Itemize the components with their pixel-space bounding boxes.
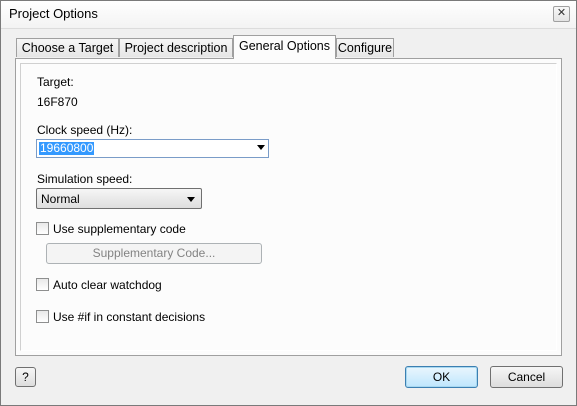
chevron-down-icon[interactable] — [257, 145, 265, 150]
simulation-speed-label: Simulation speed: — [37, 172, 133, 186]
close-button[interactable]: ✕ — [553, 6, 570, 22]
close-icon: ✕ — [556, 7, 567, 19]
chevron-down-icon — [187, 197, 195, 202]
use-supplementary-code-checkbox[interactable] — [36, 222, 49, 235]
help-button[interactable]: ? — [15, 367, 36, 387]
target-value: 16F870 — [37, 95, 78, 109]
general-options-panel: Target: 16F870 Clock speed (Hz): 1966080… — [15, 58, 562, 356]
project-options-dialog: Project Options ✕ Choose a Target Projec… — [0, 0, 577, 406]
clock-speed-value[interactable]: 19660800 — [39, 142, 95, 155]
use-supplementary-code-label: Use supplementary code — [53, 222, 186, 236]
auto-clear-watchdog-checkbox[interactable] — [36, 278, 49, 291]
target-label: Target: — [37, 75, 74, 89]
clock-speed-combobox[interactable]: 19660800 — [36, 139, 269, 158]
tab-choose-a-target[interactable]: Choose a Target — [16, 38, 119, 57]
simulation-speed-value: Normal — [41, 192, 80, 206]
supplementary-code-button: Supplementary Code... — [46, 243, 262, 264]
tab-configure[interactable]: Configure — [336, 38, 394, 57]
use-if-constant-label: Use #if in constant decisions — [53, 310, 206, 324]
tab-project-description[interactable]: Project description — [119, 38, 233, 57]
tab-strip: Choose a Target Project description Gene… — [16, 35, 561, 59]
title-bar: Project Options ✕ — [1, 1, 576, 29]
clock-speed-label: Clock speed (Hz): — [37, 123, 133, 137]
simulation-speed-select[interactable]: Normal — [36, 188, 202, 209]
dialog-title: Project Options — [9, 6, 98, 21]
cancel-button[interactable]: Cancel — [490, 366, 563, 388]
auto-clear-watchdog-label: Auto clear watchdog — [53, 278, 162, 292]
tab-general-options[interactable]: General Options — [233, 35, 336, 59]
ok-button[interactable]: OK — [405, 366, 478, 388]
use-if-constant-checkbox[interactable] — [36, 310, 49, 323]
